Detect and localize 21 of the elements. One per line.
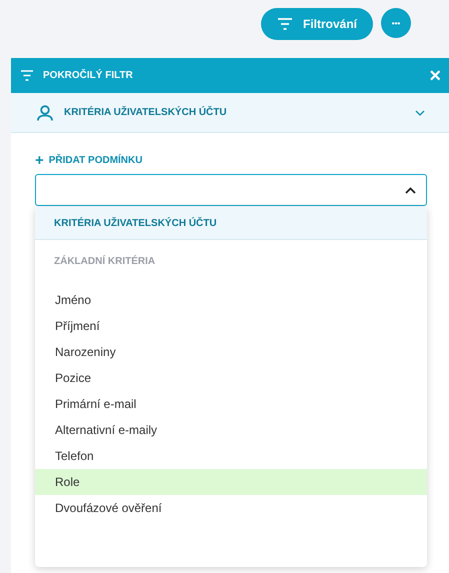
section-header[interactable]: KRITÉRIA UŽIVATELSKÝCH ÚČTU xyxy=(11,93,449,133)
menu-item[interactable]: Pozice xyxy=(35,365,427,391)
add-condition-button[interactable]: + PŘIDAT PODMÍNKU xyxy=(35,153,142,168)
filter-icon xyxy=(20,70,34,81)
group-header: KRITÉRIA UŽIVATELSKÝCH ÚČTU xyxy=(35,207,427,240)
user-icon xyxy=(36,104,54,120)
menu-item[interactable]: Dvoufázové ověření xyxy=(35,495,427,521)
menu-item[interactable]: Role xyxy=(35,469,427,495)
filter-icon xyxy=(276,18,293,30)
condition-select[interactable] xyxy=(35,174,427,206)
menu-item[interactable]: Primární e-mail xyxy=(35,391,427,417)
menu-item[interactable]: Narozeniny xyxy=(35,339,427,365)
subheader: ZÁKLADNÍ KRITÉRIA xyxy=(53,254,156,269)
menu-item[interactable]: Jméno xyxy=(35,287,427,313)
section-title: KRITÉRIA UŽIVATELSKÝCH ÚČTU xyxy=(64,107,228,118)
chevron-icon xyxy=(415,110,425,116)
panel-title: POKROČILÝ FILTR xyxy=(43,70,134,81)
chevron-icon xyxy=(405,186,416,194)
menu-item[interactable]: Alternativní e-maily xyxy=(35,417,427,443)
menu-item[interactable]: Telefon xyxy=(35,443,427,469)
menu-item[interactable]: Příjmení xyxy=(35,313,427,339)
